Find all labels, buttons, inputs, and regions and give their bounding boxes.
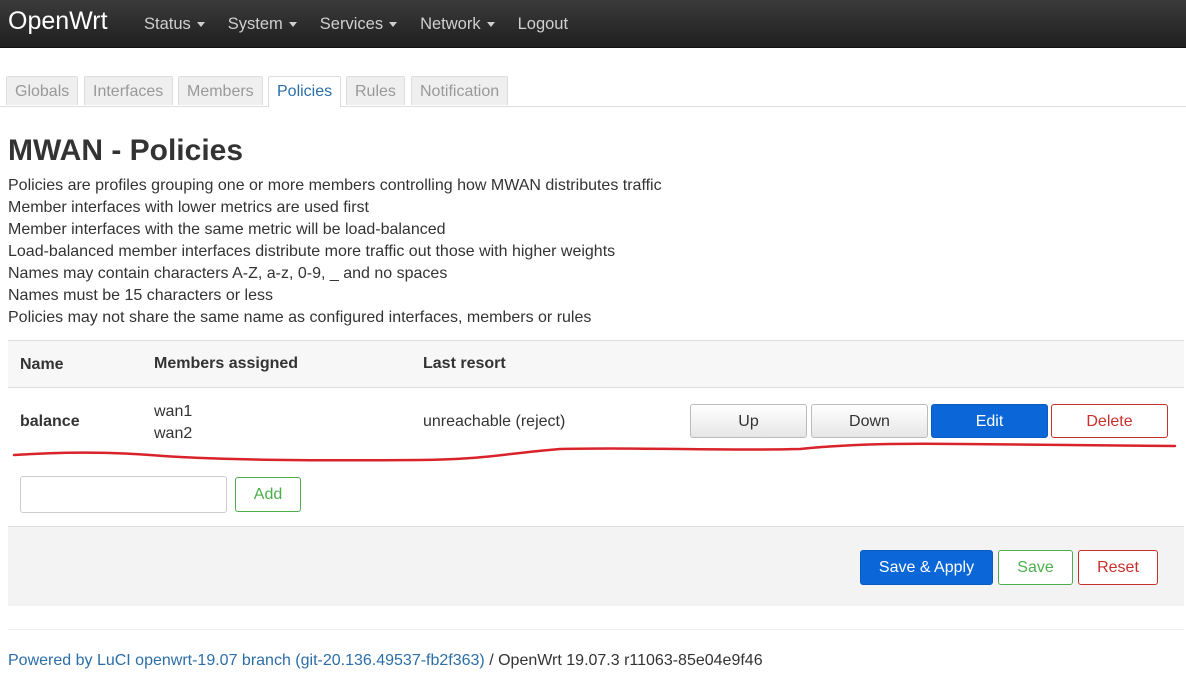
down-button[interactable]: Down: [811, 404, 928, 438]
description-line: Names may contain characters A-Z, a-z, 0…: [8, 265, 448, 282]
edit-button[interactable]: Edit: [931, 404, 1048, 438]
form-actions: Save & Apply Save Reset: [8, 526, 1184, 606]
policies-table: Name Members assigned Last resort balanc…: [8, 340, 1184, 458]
footer-separator: /: [484, 652, 499, 669]
delete-button[interactable]: Delete: [1051, 404, 1168, 438]
table-row: balance wan1 wan2 unreachable (reject) U…: [8, 388, 1184, 458]
main-menu: Status System Services Network Logout: [144, 0, 591, 47]
menu-status-label: Status: [144, 14, 191, 33]
brand-logo[interactable]: OpenWrt: [8, 6, 108, 36]
description-line: Member interfaces with the same metric w…: [8, 221, 446, 238]
tab-policies[interactable]: Policies: [268, 76, 341, 107]
policy-name-input[interactable]: [20, 476, 227, 513]
member-item: wan2: [154, 425, 193, 442]
caret-down-icon: [486, 22, 495, 27]
policy-name: balance: [20, 413, 80, 430]
caret-down-icon: [196, 22, 205, 27]
menu-services[interactable]: Services: [319, 0, 398, 47]
last-resort-value: unreachable (reject): [423, 413, 566, 430]
description-line: Policies are profiles grouping one or mo…: [8, 177, 662, 194]
up-button[interactable]: Up: [690, 404, 807, 438]
menu-network[interactable]: Network: [420, 0, 495, 47]
menu-network-label: Network: [420, 14, 481, 33]
member-item: wan1: [154, 403, 193, 420]
column-header-last-resort: Last resort: [423, 355, 506, 372]
tab-notification[interactable]: Notification: [411, 76, 508, 105]
description-line: Policies may not share the same name as …: [8, 309, 592, 326]
footer-divider: [8, 629, 1184, 630]
luci-link[interactable]: Powered by LuCI openwrt-19.07 branch (gi…: [8, 652, 485, 669]
menu-logout[interactable]: Logout: [518, 0, 568, 47]
description-line: Member interfaces with lower metrics are…: [8, 199, 369, 216]
column-header-members: Members assigned: [154, 355, 299, 372]
column-header-name: Name: [20, 356, 64, 373]
menu-services-label: Services: [319, 14, 384, 33]
footer: Powered by LuCI openwrt-19.07 branch (gi…: [8, 652, 763, 670]
page-description: Policies are profiles grouping one or mo…: [8, 175, 662, 329]
add-button[interactable]: Add: [235, 477, 301, 512]
menu-system-label: System: [227, 14, 283, 33]
top-navbar: OpenWrt Status System Services Network L…: [0, 0, 1186, 48]
caret-down-icon: [389, 22, 398, 27]
firmware-version: OpenWrt 19.07.3 r11063-85e04e9f46: [498, 652, 763, 669]
page-title: MWAN - Policies: [8, 134, 244, 167]
description-line: Load-balanced member interfaces distribu…: [8, 243, 616, 260]
tab-bar: Globals Interfaces Members Policies Rule…: [0, 76, 1186, 107]
tab-members[interactable]: Members: [178, 76, 263, 105]
menu-status[interactable]: Status: [144, 0, 205, 47]
tab-interfaces[interactable]: Interfaces: [84, 76, 173, 105]
description-line: Names must be 15 characters or less: [8, 287, 273, 304]
reset-button[interactable]: Reset: [1078, 550, 1158, 585]
table-header-row: Name Members assigned Last resort: [8, 340, 1184, 388]
tab-globals[interactable]: Globals: [6, 76, 78, 105]
save-apply-button[interactable]: Save & Apply: [860, 550, 993, 585]
tab-rules[interactable]: Rules: [346, 76, 405, 105]
menu-system[interactable]: System: [228, 0, 297, 47]
menu-logout-label: Logout: [517, 14, 569, 33]
caret-down-icon: [288, 22, 297, 27]
save-button[interactable]: Save: [998, 550, 1073, 585]
